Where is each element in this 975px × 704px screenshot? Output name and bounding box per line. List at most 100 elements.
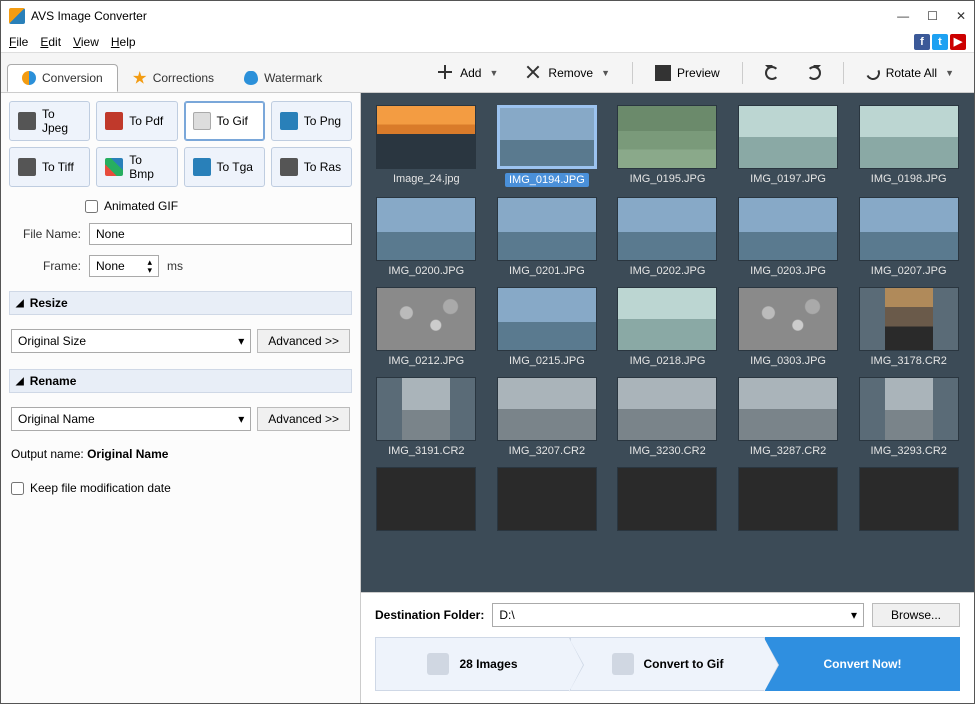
menu-file[interactable]: File xyxy=(9,35,28,49)
collapse-icon: ◢ xyxy=(16,298,24,309)
thumbnail-item[interactable]: IMG_3287.CR2 xyxy=(735,377,842,457)
add-button[interactable]: Add ▼ xyxy=(428,61,508,85)
twitter-icon[interactable]: t xyxy=(932,34,948,50)
thumbnail-filename: IMG_3178.CR2 xyxy=(870,355,946,367)
destination-combo[interactable]: D:\ ▾ xyxy=(492,603,864,627)
format-tiff-button[interactable]: To Tiff xyxy=(9,147,90,187)
tab-label: Watermark xyxy=(264,71,322,85)
thumbnail-item[interactable]: IMG_0198.JPG xyxy=(855,105,962,187)
maximize-button[interactable]: ☐ xyxy=(927,9,938,23)
thumbnail-item[interactable]: IMG_3178.CR2 xyxy=(855,287,962,367)
tab-corrections[interactable]: Corrections xyxy=(118,64,229,92)
tga-icon xyxy=(193,158,211,176)
facebook-icon[interactable]: f xyxy=(914,34,930,50)
format-ras-button[interactable]: To Ras xyxy=(271,147,352,187)
thumbnail-item[interactable]: IMG_0197.JPG xyxy=(735,105,842,187)
preview-button[interactable]: Preview xyxy=(645,61,730,85)
resize-header[interactable]: ◢ Resize xyxy=(9,291,352,315)
format-png-button[interactable]: To Png xyxy=(271,101,352,141)
format-label: To Jpeg xyxy=(42,107,81,135)
menu-edit[interactable]: Edit xyxy=(40,35,61,49)
left-panel: To Jpeg To Pdf To Gif To Png To Tiff To … xyxy=(1,93,361,703)
rotate-left-button[interactable] xyxy=(755,62,789,84)
thumbnail-image xyxy=(617,467,717,531)
thumbnail-image xyxy=(497,287,597,351)
output-name-value: Original Name xyxy=(87,447,168,461)
thumbnail-item[interactable] xyxy=(735,467,842,535)
step-format: Convert to Gif xyxy=(570,637,765,691)
thumbnail-grid[interactable]: Image_24.jpgIMG_0194.JPGIMG_0195.JPGIMG_… xyxy=(361,93,974,592)
rename-header[interactable]: ◢ Rename xyxy=(9,369,352,393)
format-pdf-button[interactable]: To Pdf xyxy=(96,101,177,141)
thumbnail-item[interactable]: IMG_0195.JPG xyxy=(614,105,721,187)
thumbnail-item[interactable]: IMG_0203.JPG xyxy=(735,197,842,277)
browse-button[interactable]: Browse... xyxy=(872,603,960,627)
thumbnail-item[interactable]: IMG_0218.JPG xyxy=(614,287,721,367)
thumbnail-item[interactable]: IMG_3191.CR2 xyxy=(373,377,480,457)
thumbnail-item[interactable] xyxy=(614,467,721,535)
format-label: To Png xyxy=(304,114,341,128)
thumbnail-item[interactable]: IMG_3293.CR2 xyxy=(855,377,962,457)
thumbnail-filename: IMG_0194.JPG xyxy=(505,173,589,187)
format-label: To Ras xyxy=(304,160,341,174)
thumbnail-item[interactable]: IMG_0194.JPG xyxy=(494,105,601,187)
format-tga-button[interactable]: To Tga xyxy=(184,147,265,187)
thumbnail-item[interactable]: IMG_0202.JPG xyxy=(614,197,721,277)
youtube-icon[interactable]: ▶ xyxy=(950,34,966,50)
format-label: To Tga xyxy=(217,160,253,174)
menu-help[interactable]: Help xyxy=(111,35,136,49)
rename-advanced-button[interactable]: Advanced >> xyxy=(257,407,350,431)
rotate-right-button[interactable] xyxy=(797,62,831,84)
format-label: To Tiff xyxy=(42,160,74,174)
format-gif-button[interactable]: To Gif xyxy=(184,101,265,141)
thumbnail-item[interactable]: IMG_0201.JPG xyxy=(494,197,601,277)
thumbnail-item[interactable] xyxy=(494,467,601,535)
button-label: Add xyxy=(460,66,481,80)
separator xyxy=(742,62,743,84)
rename-combo[interactable]: Original Name ▾ xyxy=(11,407,251,431)
thumbnail-item[interactable]: IMG_0200.JPG xyxy=(373,197,480,277)
minimize-button[interactable]: — xyxy=(897,9,909,23)
thumbnail-item[interactable] xyxy=(373,467,480,535)
format-jpeg-button[interactable]: To Jpeg xyxy=(9,101,90,141)
resize-advanced-button[interactable]: Advanced >> xyxy=(257,329,350,353)
button-label: Rotate All xyxy=(886,66,937,80)
thumbnail-item[interactable]: IMG_0212.JPG xyxy=(373,287,480,367)
format-label: To Gif xyxy=(217,114,248,128)
combo-value: Original Size xyxy=(18,334,86,348)
menu-view[interactable]: View xyxy=(73,35,99,49)
bottom-bar: Destination Folder: D:\ ▾ Browse... 28 I… xyxy=(361,592,974,703)
format-bmp-button[interactable]: To Bmp xyxy=(96,147,177,187)
file-name-input[interactable] xyxy=(89,223,352,245)
thumbnail-item[interactable] xyxy=(855,467,962,535)
resize-combo[interactable]: Original Size ▾ xyxy=(11,329,251,353)
thumbnail-item[interactable]: IMG_0303.JPG xyxy=(735,287,842,367)
thumbnail-filename: IMG_3207.CR2 xyxy=(509,445,585,457)
thumbnail-item[interactable]: Image_24.jpg xyxy=(373,105,480,187)
frame-unit: ms xyxy=(167,259,183,273)
preview-icon xyxy=(655,65,671,81)
keep-mod-date-checkbox[interactable] xyxy=(11,482,24,495)
thumbnail-filename: IMG_3230.CR2 xyxy=(629,445,705,457)
tiff-icon xyxy=(18,158,36,176)
tab-watermark[interactable]: Watermark xyxy=(229,64,337,92)
thumbnail-image xyxy=(617,197,717,261)
thumbnail-item[interactable]: IMG_0215.JPG xyxy=(494,287,601,367)
button-label: Preview xyxy=(677,66,720,80)
thumbnail-item[interactable]: IMG_3230.CR2 xyxy=(614,377,721,457)
close-button[interactable]: ✕ xyxy=(956,9,966,23)
rotate-all-button[interactable]: Rotate All ▼ xyxy=(856,62,964,84)
thumbnail-item[interactable]: IMG_3207.CR2 xyxy=(494,377,601,457)
frame-spinner[interactable]: None ▴▾ xyxy=(89,255,159,277)
tab-conversion[interactable]: Conversion xyxy=(7,64,118,92)
thumbnail-item[interactable]: IMG_0207.JPG xyxy=(855,197,962,277)
step-format-label: Convert to Gif xyxy=(644,657,724,671)
destination-value: D:\ xyxy=(499,608,514,622)
thumbnail-filename: IMG_0212.JPG xyxy=(388,355,464,367)
destination-label: Destination Folder: xyxy=(375,608,484,622)
remove-button[interactable]: Remove ▼ xyxy=(516,61,620,85)
convert-now-button[interactable]: Convert Now! xyxy=(765,637,960,691)
animated-gif-checkbox[interactable] xyxy=(85,200,98,213)
chevron-down-icon: ▾ xyxy=(238,334,244,348)
thumbnail-image xyxy=(738,287,838,351)
